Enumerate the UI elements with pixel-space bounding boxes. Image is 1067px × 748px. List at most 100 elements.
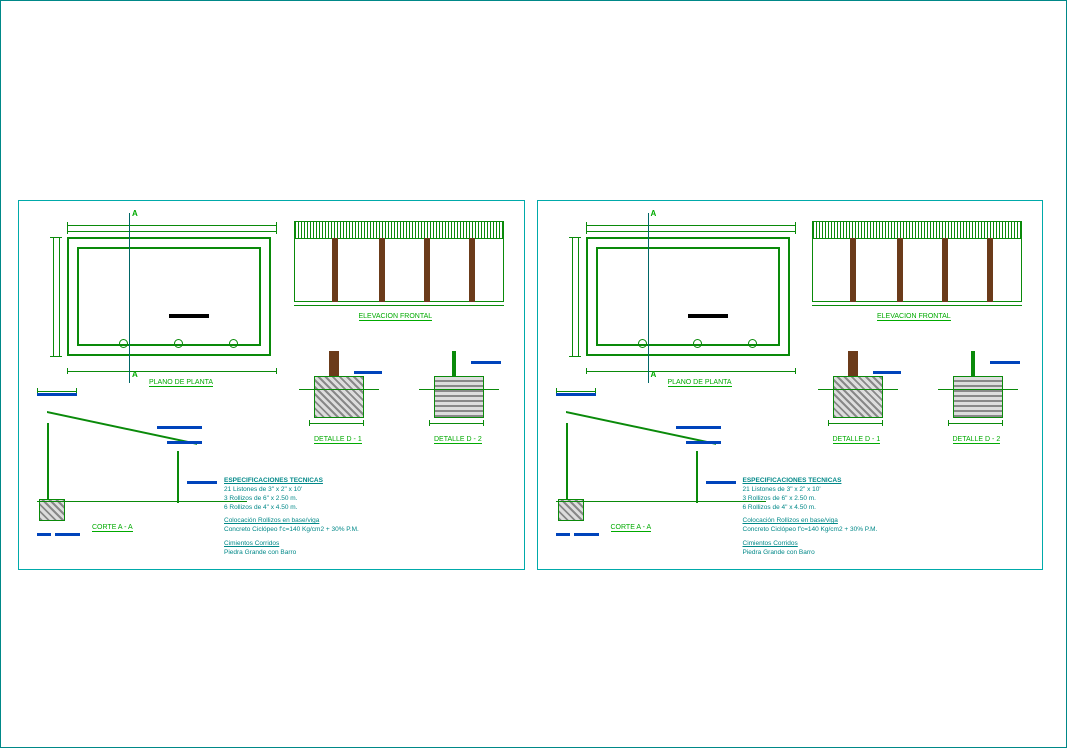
leader	[37, 393, 77, 396]
section-roof	[47, 411, 197, 481]
detail-footing	[434, 376, 484, 418]
drawing-viewport: A A PLANO DE PLANTA ELEVACION FRONTAL	[0, 0, 1067, 748]
leader	[676, 426, 721, 429]
sheet-right: A A PLANO DE PLANTA ELEVACION FRONTAL	[537, 200, 1044, 570]
section-roof	[566, 411, 716, 481]
detail1-title: DETALLE D - 1	[833, 436, 881, 444]
plan-inner-wall	[77, 247, 261, 346]
dim-line	[429, 423, 484, 424]
dim-line	[53, 237, 54, 357]
detail-d1: DETALLE D - 1	[299, 351, 379, 441]
section-ground	[37, 501, 247, 502]
leader	[157, 426, 202, 429]
post	[942, 238, 948, 302]
specs-line: 3 Rollizos de 6" x 2.50 m.	[224, 494, 514, 503]
leader	[167, 441, 202, 444]
section-cut-line	[129, 213, 130, 383]
leader	[354, 371, 382, 374]
detail-column	[971, 351, 975, 377]
dim-line	[67, 231, 277, 232]
section-ground	[556, 501, 766, 502]
sheet-left: A A PLANO DE PLANTA ELEVACION FRONTAL	[18, 200, 525, 570]
dim-line	[67, 371, 277, 372]
dim-line	[948, 423, 1003, 424]
ground-line	[812, 305, 1022, 306]
post	[424, 238, 430, 302]
roof-hatch	[294, 221, 504, 239]
post	[379, 238, 385, 302]
specs-line: 3 Rollizos de 6" x 2.50 m.	[743, 494, 1033, 503]
column-marker	[174, 339, 183, 348]
post	[897, 238, 903, 302]
elevation-title: ELEVACION FRONTAL	[359, 313, 433, 321]
specs-block: ESPECIFICACIONES TECNICAS 21 Listones de…	[743, 476, 1033, 557]
cut-mark-bot: A	[132, 370, 138, 379]
specs-sub: Colocación Rollizos en base/viga	[224, 516, 514, 525]
leader	[574, 533, 599, 536]
section-wall-right	[696, 451, 698, 503]
post	[469, 238, 475, 302]
detail-ground	[938, 389, 1018, 390]
dim-line	[578, 237, 579, 357]
specs-sub: Cimientos Corridos	[743, 539, 1033, 548]
cut-mark-bot: A	[651, 370, 657, 379]
section-view: CORTE A - A	[556, 381, 726, 541]
specs-line: Concreto Ciclópeo f'c=140 Kg/cm2 + 30% P…	[743, 525, 1033, 534]
section-footing	[558, 499, 584, 521]
section-wall-left	[566, 423, 568, 503]
dim-line	[586, 371, 796, 372]
detail-ground	[299, 389, 379, 390]
post	[850, 238, 856, 302]
dim-line	[37, 391, 77, 392]
dim-line	[67, 225, 277, 226]
dim-line	[828, 423, 883, 424]
detail-d1: DETALLE D - 1	[818, 351, 898, 441]
detail-column	[452, 351, 456, 377]
detail-ground	[818, 389, 898, 390]
leader	[471, 361, 501, 364]
column-marker	[229, 339, 238, 348]
column-marker	[748, 339, 757, 348]
specs-line: Piedra Grande con Barro	[743, 548, 1033, 557]
sheet-pair: A A PLANO DE PLANTA ELEVACION FRONTAL	[18, 200, 1043, 570]
elevation-title: ELEVACION FRONTAL	[877, 313, 951, 321]
leader	[873, 371, 901, 374]
detail1-title: DETALLE D - 1	[314, 436, 362, 444]
section-title: CORTE A - A	[92, 524, 133, 532]
dim-line	[586, 225, 796, 226]
plan-view: A A PLANO DE PLANTA	[49, 219, 279, 374]
detail2-title: DETALLE D - 2	[953, 436, 1001, 444]
leader	[686, 441, 721, 444]
section-wall-right	[177, 451, 179, 503]
column-marker	[693, 339, 702, 348]
detail-footing	[833, 376, 883, 418]
detail-footing	[953, 376, 1003, 418]
section-cut-line	[648, 213, 649, 383]
specs-block: ESPECIFICACIONES TECNICAS 21 Listones de…	[224, 476, 514, 557]
specs-line: 21 Listones de 3" x 2" x 10'	[743, 485, 1033, 494]
detail-ground	[419, 389, 499, 390]
cut-mark-top: A	[651, 209, 657, 218]
specs-sub: Cimientos Corridos	[224, 539, 514, 548]
cut-mark-top: A	[132, 209, 138, 218]
specs-line: Concreto Ciclópeo f'c=140 Kg/cm2 + 30% P…	[224, 525, 514, 534]
specs-line: Piedra Grande con Barro	[224, 548, 514, 557]
detail2-title: DETALLE D - 2	[434, 436, 482, 444]
plan-view: A A PLANO DE PLANTA	[568, 219, 798, 374]
detail-column	[848, 351, 858, 377]
detail-footing	[314, 376, 364, 418]
section-view: CORTE A - A	[37, 381, 207, 541]
hatch-bar	[169, 314, 209, 318]
specs-heading: ESPECIFICACIONES TECNICAS	[224, 476, 514, 485]
leader	[556, 393, 596, 396]
specs-line: 6 Rollizos de 4" x 4.50 m.	[224, 503, 514, 512]
dim-line	[586, 231, 796, 232]
dim-line	[59, 237, 60, 357]
elevation-view: ELEVACION FRONTAL	[294, 221, 504, 316]
hatch-bar	[688, 314, 728, 318]
leader	[706, 481, 736, 484]
post	[332, 238, 338, 302]
detail-column	[329, 351, 339, 377]
plan-inner-wall	[596, 247, 780, 346]
roof-hatch	[812, 221, 1022, 239]
